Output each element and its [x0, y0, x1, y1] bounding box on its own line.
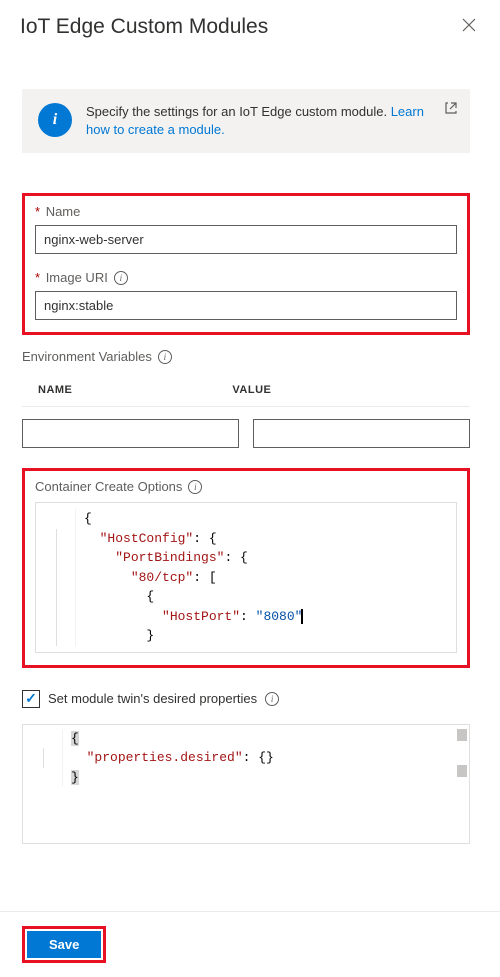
env-row [22, 407, 470, 448]
cco-highlight: Container Create Options i { "HostConfig… [22, 468, 470, 668]
info-icon: i [38, 103, 72, 137]
save-button[interactable]: Save [27, 931, 101, 958]
env-value-header: VALUE [232, 384, 470, 396]
editor-scroll-marker [457, 729, 467, 741]
close-button[interactable] [458, 12, 480, 41]
env-value-input[interactable] [253, 419, 470, 448]
checkmark-icon: ✓ [25, 690, 37, 707]
env-name-input[interactable] [22, 419, 239, 448]
close-icon [462, 18, 476, 32]
external-link-icon[interactable] [444, 101, 458, 115]
save-highlight: Save [22, 926, 106, 963]
name-input[interactable] [35, 225, 457, 254]
info-tooltip-icon[interactable]: i [158, 350, 172, 364]
editor-scroll-marker [457, 765, 467, 777]
info-banner: i Specify the settings for an IoT Edge c… [22, 89, 470, 153]
image-field-group: * Image URI i [35, 270, 457, 320]
info-tooltip-icon[interactable]: i [114, 271, 128, 285]
image-uri-label: * Image URI i [35, 270, 457, 285]
panel-footer: Save [0, 911, 500, 977]
twin-checkbox[interactable]: ✓ [22, 690, 40, 708]
scroll-area[interactable]: i Specify the settings for an IoT Edge c… [0, 49, 500, 911]
info-tooltip-icon[interactable]: i [265, 692, 279, 706]
image-uri-input[interactable] [35, 291, 457, 320]
info-tooltip-icon[interactable]: i [188, 480, 202, 494]
panel-title: IoT Edge Custom Modules [20, 15, 268, 39]
name-field-group: * Name [35, 204, 457, 254]
twin-code-editor[interactable]: { "properties.desired": {} } [22, 724, 470, 844]
name-label: * Name [35, 204, 457, 219]
cco-section-label: Container Create Options i [35, 479, 457, 494]
required-star-icon: * [35, 270, 40, 285]
env-table-header: NAME VALUE [22, 374, 470, 407]
twin-checkbox-row: ✓ Set module twin's desired properties i [22, 690, 470, 708]
required-star-icon: * [35, 204, 40, 219]
env-section-label: Environment Variables i [22, 349, 470, 364]
name-image-highlight: * Name * Image URI i [22, 193, 470, 335]
twin-checkbox-label: Set module twin's desired properties [48, 691, 257, 706]
cco-code-editor[interactable]: { "HostConfig": { "PortBindings": { "80/… [35, 502, 457, 653]
env-name-header: NAME [38, 384, 232, 396]
info-banner-text: Specify the settings for an IoT Edge cus… [86, 103, 454, 139]
env-variables-table: NAME VALUE [22, 374, 470, 448]
panel-header: IoT Edge Custom Modules [0, 0, 500, 49]
custom-modules-panel: IoT Edge Custom Modules i Specify the se… [0, 0, 500, 977]
